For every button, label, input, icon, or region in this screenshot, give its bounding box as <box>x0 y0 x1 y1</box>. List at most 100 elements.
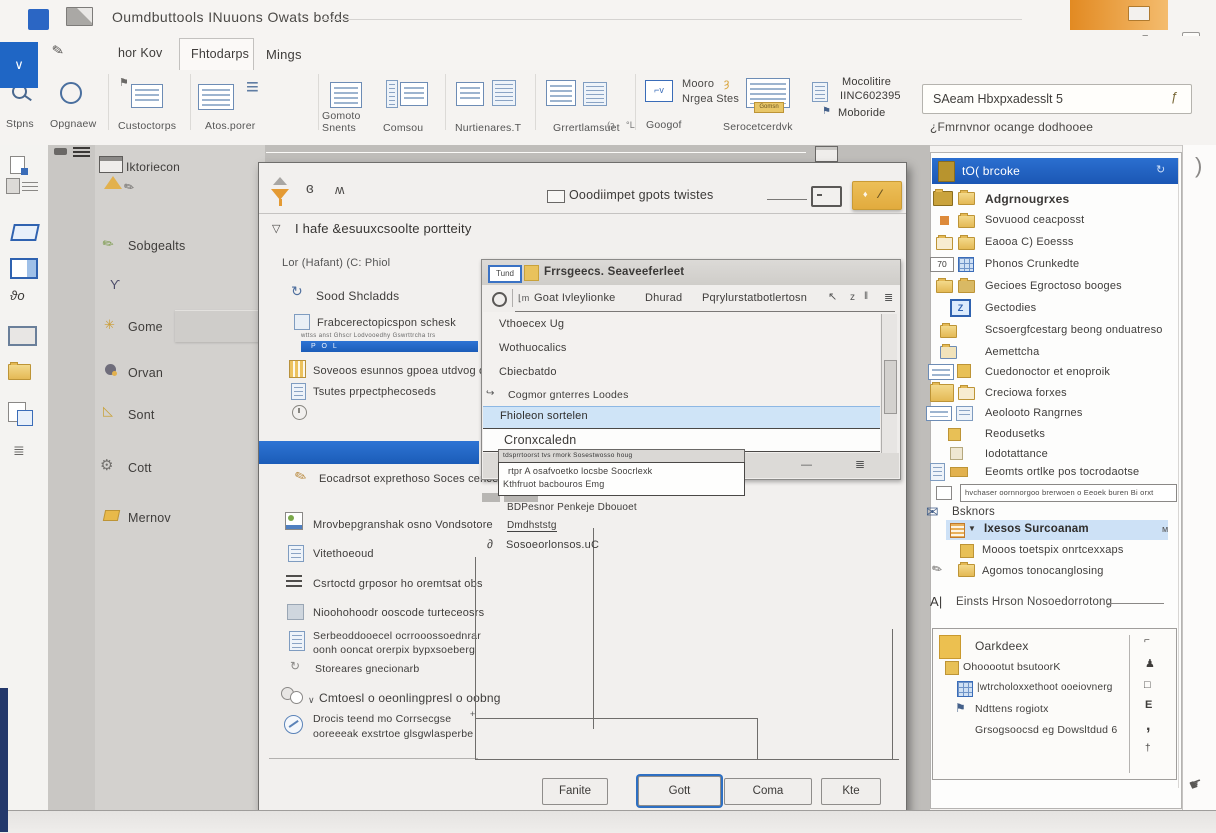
tree-row[interactable]: Iodotattance <box>985 448 1048 460</box>
hamburger-lines-icon[interactable] <box>73 147 90 158</box>
option-item[interactable]: Storeares gnecionarb <box>315 663 419 675</box>
option-item[interactable]: Nioohohoodr ooscode turteceosrs <box>313 607 484 619</box>
tree-row[interactable]: Agomos tonocanglosing <box>982 565 1104 577</box>
dash-icon[interactable]: — <box>801 459 812 471</box>
ribbon-group-label[interactable]: Opgnaew <box>50 118 96 130</box>
tree-row[interactable]: Eaooa C) Eoesss <box>985 236 1074 248</box>
tree-row[interactable]: Phonos Crunkedte <box>985 258 1079 270</box>
option-item[interactable]: Tsutes prpectphecoseds <box>313 386 436 398</box>
tab-active[interactable]: Fhtodarps <box>179 38 254 71</box>
tree-row[interactable]: Cuedonoctor et enoproik <box>985 366 1110 378</box>
tree-row[interactable]: Gecioes Egroctoso booges <box>985 280 1122 292</box>
list-pane-icon[interactable] <box>6 178 20 194</box>
globe-toolbar-icon[interactable] <box>492 292 507 307</box>
corner-box-row[interactable]: Grsogsoocsd eg Dowsltdud 6 <box>975 724 1117 736</box>
search-filter-icon[interactable]: ƒ <box>1171 89 1178 104</box>
ribbon-group-label[interactable]: Nurtienares.T <box>455 122 521 134</box>
tree-row[interactable]: Adgrnougrxes <box>985 192 1069 206</box>
inner-row[interactable]: Vthoecex Ug <box>499 318 564 330</box>
drag-pill-icon[interactable] <box>54 148 67 155</box>
ribbon-group-label[interactable]: Googof <box>646 119 682 131</box>
ribbon-group-label[interactable]: Atos.porer <box>205 120 255 132</box>
ok-button[interactable]: Gott <box>638 776 721 806</box>
option-item[interactable]: Soveoos esunnos gpoea utdvog oose <box>313 365 504 377</box>
nav-item[interactable]: Gome <box>128 320 163 334</box>
inner-scrollbar[interactable] <box>881 314 897 454</box>
tree-row[interactable]: Bsknors <box>952 506 995 518</box>
apply-button[interactable]: Fanite <box>542 778 608 805</box>
tree-row[interactable]: Aemettcha <box>985 346 1039 358</box>
help-button[interactable]: Kte <box>821 778 881 805</box>
selected-band[interactable] <box>259 441 479 464</box>
inner-row-highlight[interactable]: Fhioleon sortelen <box>483 406 880 429</box>
inner-menu-item[interactable]: Dhurad <box>645 292 682 304</box>
lines-icon[interactable]: ≣ <box>855 457 865 471</box>
expander-icon[interactable]: ▽ <box>272 222 281 235</box>
comma-icon[interactable]: , <box>1146 717 1151 735</box>
selected-mini-bar[interactable]: P O L <box>301 341 478 352</box>
refresh-icon[interactable]: ↻ <box>1156 163 1165 176</box>
more-lines-icon[interactable]: ≣ <box>13 442 25 459</box>
dagger-icon[interactable]: † <box>1145 743 1151 754</box>
e-icon[interactable]: E <box>1145 699 1153 711</box>
tree-row[interactable]: Reodusetks <box>985 428 1045 440</box>
inner-menu-item[interactable]: Pqrylurstatbotlertosn <box>702 292 807 304</box>
inner-row[interactable]: Cogmor gnterres Loodes <box>508 389 629 401</box>
cursor-icon[interactable]: ↖ <box>828 290 837 303</box>
corner-box-row[interactable]: Ohooootut bsutoorK <box>963 661 1061 673</box>
file-menu-button[interactable]: ∨ <box>0 42 38 88</box>
tree-row[interactable]: Creciowa forxes <box>985 387 1067 399</box>
open-folder-icon[interactable] <box>10 224 40 241</box>
below-link[interactable]: Dmdhststg <box>507 520 557 532</box>
tree-row[interactable]: Sovuood ceacposst <box>985 214 1084 226</box>
nav-item[interactable]: Cott <box>128 461 152 475</box>
neg-icon[interactable]: ⌐ <box>1144 635 1150 646</box>
new-item-icon[interactable] <box>10 156 25 174</box>
option-item[interactable]: Vitethoeoud <box>313 548 374 560</box>
tab-view[interactable]: Mings <box>266 47 302 62</box>
tree-row[interactable]: Scsoergfcestarg beong onduatreso <box>985 324 1163 336</box>
nav-item[interactable]: Mernov <box>128 511 171 525</box>
cancel-button[interactable]: Coma <box>724 778 812 805</box>
option-item[interactable]: Cmtoesl o oeonlingpresl o oobng <box>319 691 501 705</box>
option-item[interactable]: Drocis teend mo Corrsecgse <box>313 713 451 725</box>
inner-row[interactable]: Cbiecbatdo <box>499 366 557 378</box>
ribbon-group-label[interactable]: Custoctorps <box>118 120 176 132</box>
inner-row[interactable]: Wothuocalics <box>499 342 567 354</box>
option-item[interactable]: Sood Shcladds <box>316 289 399 303</box>
bars-icon[interactable]: ‖ <box>864 291 868 302</box>
ribbon-group-label[interactable]: Moboride <box>838 107 885 119</box>
ribbon-group-label[interactable]: Comsou <box>383 122 423 134</box>
nav-item[interactable]: Sobgealts <box>128 239 185 253</box>
ribbon-group-label[interactable]: Gomoto Snents <box>322 110 380 134</box>
tree-row-selected[interactable]: ▼ Ixesos Surcoanam м <box>946 520 1168 540</box>
corner-box-row[interactable]: |wtrcholoxxethoot ooeiovnerg <box>977 682 1113 693</box>
below-line2[interactable]: Sosoeorlonsos.uC <box>506 539 599 551</box>
option-item[interactable]: Mrovbepgranshak osno Vondsotore <box>313 519 493 531</box>
tree-row[interactable]: Eeomts ortlke pos tocrodaotse <box>985 466 1139 478</box>
pawn-icon[interactable]: ♟ <box>1145 657 1155 670</box>
table-view-icon[interactable] <box>10 258 38 279</box>
tree-row[interactable]: Gectodies <box>985 302 1036 314</box>
lines-icon[interactable]: ≣ <box>884 291 893 304</box>
option-item[interactable]: Frabcerectopicspon schesk <box>317 317 456 329</box>
corner-box-row[interactable]: Ndttens rogiotx <box>975 703 1049 715</box>
highlight-button[interactable]: ♦ ⁄ <box>852 181 902 210</box>
tree-row[interactable]: Mooos toetspix onrtcexxaps <box>982 544 1124 556</box>
option-item[interactable]: Eocadrsot exprethoso Soces cence <box>319 473 498 485</box>
nav-item[interactable]: Orvan <box>128 366 163 380</box>
folder-pane-header[interactable]: tO( brcoke ↻ <box>932 158 1178 184</box>
ribbon-group-label[interactable]: Serocetcerdvk <box>723 121 793 133</box>
nav-item[interactable]: Iktoriecon <box>126 160 180 174</box>
tab-home[interactable]: hor Kov <box>118 46 162 60</box>
inner-titlebar[interactable]: Tund Frrsgeecs. Seaveeferleet <box>482 260 900 285</box>
inner-menu-item[interactable]: Goat Ivleylionke <box>534 292 615 304</box>
ribbon-group-label[interactable]: Stpns <box>6 118 34 130</box>
square-icon[interactable]: □ <box>1144 679 1151 691</box>
z-icon[interactable]: z <box>850 292 855 303</box>
search-input[interactable] <box>931 88 1165 109</box>
printer-tray-icon[interactable] <box>8 326 37 346</box>
yellow-folder-icon[interactable] <box>8 364 31 380</box>
option-item[interactable]: Serbeoddooecel ocrrooossoednrar <box>313 630 481 642</box>
scroll-thumb[interactable] <box>884 360 897 414</box>
